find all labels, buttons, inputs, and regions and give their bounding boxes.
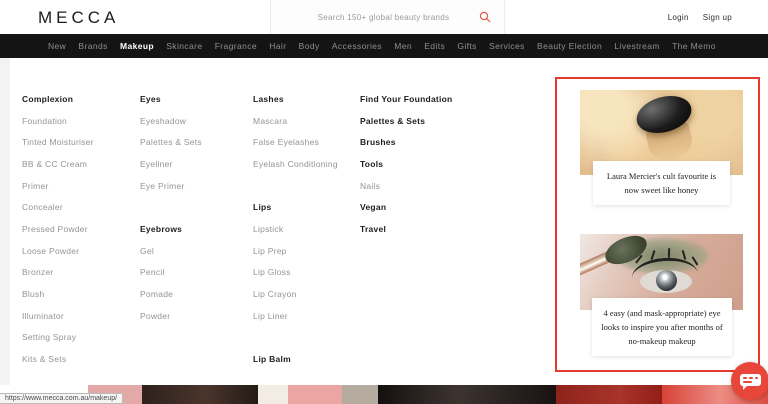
page-left-gutter [0,58,10,385]
menu-item[interactable]: Eyebrows [140,218,252,240]
nav-item[interactable]: Hair [269,41,286,51]
background-segment [342,385,378,404]
menu-item[interactable]: Lipstick [253,218,365,240]
menu-item[interactable]: Lip Liner [253,305,365,327]
menu-item[interactable]: Tinted Moisturiser [22,131,134,153]
nav-item[interactable]: Beauty Election [537,41,602,51]
chat-button[interactable] [731,362,768,400]
nav-item[interactable]: Gifts [457,41,476,51]
menu-column-categories: Find Your Foundation Palettes & Sets Brush… [360,88,472,240]
menu-column-lashes-lips: Lashes Mascara False Eyelashes Eyelash Cond… [253,88,365,370]
menu-item[interactable]: Nails [360,175,472,197]
menu-item[interactable]: Pomade [140,283,252,305]
background-segment [378,385,556,404]
menu-item[interactable]: Foundation [22,110,134,132]
menu-item [253,175,365,197]
menu-item[interactable]: Complexion [22,88,134,110]
status-bar-url: https://www.mecca.com.au/makeup/ [0,393,124,404]
menu-item[interactable]: Brushes [360,131,472,153]
login-link[interactable]: Login [668,13,689,22]
menu-column-complexion: Complexion Foundation Tinted Moisturiser BB… [22,88,134,370]
menu-item[interactable]: Lip Prep [253,240,365,262]
menu-item[interactable]: False Eyelashes [253,131,365,153]
menu-item[interactable]: Gel [140,240,252,262]
menu-item[interactable]: Kits & Sets [22,348,134,370]
background-segment [258,385,288,404]
nav-item[interactable]: New [48,41,66,51]
menu-item[interactable]: Vegan [360,196,472,218]
background-segment [556,385,662,404]
menu-item[interactable]: Primer [22,175,134,197]
menu-item[interactable]: Loose Powder [22,240,134,262]
menu-item[interactable]: Travel [360,218,472,240]
chat-dash [743,377,747,379]
search-input[interactable] [271,12,478,22]
menu-item[interactable]: Bronzer [22,262,134,284]
chat-bubble-icon [740,374,761,390]
mecca-logo[interactable]: MECCA [38,8,119,28]
chat-dash [743,381,752,383]
nav-item[interactable]: Skincare [166,41,202,51]
menu-item[interactable]: Lashes [253,88,365,110]
menu-item[interactable]: Blush [22,283,134,305]
menu-item[interactable]: Eyes [140,88,252,110]
promo-card[interactable]: Laura Mercier's cult favourite is now sw… [593,161,730,206]
menu-item[interactable]: Palettes & Sets [360,110,472,132]
menu-item[interactable]: Tools [360,153,472,175]
menu-column-eyes: Eyes Eyeshadow Palettes & Sets Eyeliner Eye … [140,88,252,327]
menu-item[interactable]: Lip Balm [253,348,365,370]
nav-item[interactable]: Makeup [120,41,154,51]
nav-item[interactable]: Brands [78,41,107,51]
menu-item[interactable]: Pencil [140,262,252,284]
menu-item[interactable]: Lips [253,196,365,218]
lash-art [667,247,670,259]
menu-item[interactable]: Lip Gloss [253,262,365,284]
signup-link[interactable]: Sign up [703,13,732,22]
nav-item[interactable]: Services [489,41,525,51]
chat-dash [749,377,753,379]
menu-item[interactable]: Eyeliner [140,153,252,175]
nav-item[interactable]: Edits [424,41,445,51]
menu-item[interactable]: Find Your Foundation [360,88,472,110]
chat-dash [755,377,758,379]
nav-item[interactable]: Men [394,41,412,51]
promo-card[interactable]: 4 easy (and mask-appropriate) eye looks … [592,298,732,357]
menu-item[interactable]: Setting Spray [22,327,134,349]
nav-item[interactable]: Livestream [614,41,660,51]
nav-item[interactable]: Fragrance [215,41,257,51]
menu-item[interactable]: BB & CC Cream [22,153,134,175]
background-segment [142,385,258,404]
menu-item[interactable]: Pressed Powder [22,218,134,240]
search-box[interactable] [270,0,505,34]
nav-item[interactable]: Accessories [332,41,382,51]
auth-links: Login Sign up [668,0,732,34]
category-nav: New Brands Makeup Skincare Fragrance Hair Body… [0,34,768,58]
background-segment [288,385,342,404]
menu-item[interactable]: Eye Primer [140,175,252,197]
menu-item [253,327,365,349]
menu-item[interactable]: Mascara [253,110,365,132]
search-icon[interactable] [478,10,492,24]
menu-item[interactable]: Powder [140,305,252,327]
menu-item[interactable]: Lip Crayon [253,283,365,305]
top-header: MECCA Login Sign up [0,0,768,34]
nav-item[interactable]: The Memo [672,41,716,51]
menu-item[interactable]: Illuminator [22,305,134,327]
menu-item[interactable]: Eyelash Conditioning [253,153,365,175]
nav-item[interactable]: Body [299,41,320,51]
menu-item[interactable]: Eyeshadow [140,110,252,132]
menu-item[interactable]: Concealer [22,196,134,218]
menu-item[interactable]: Palettes & Sets [140,131,252,153]
menu-item [140,196,252,218]
